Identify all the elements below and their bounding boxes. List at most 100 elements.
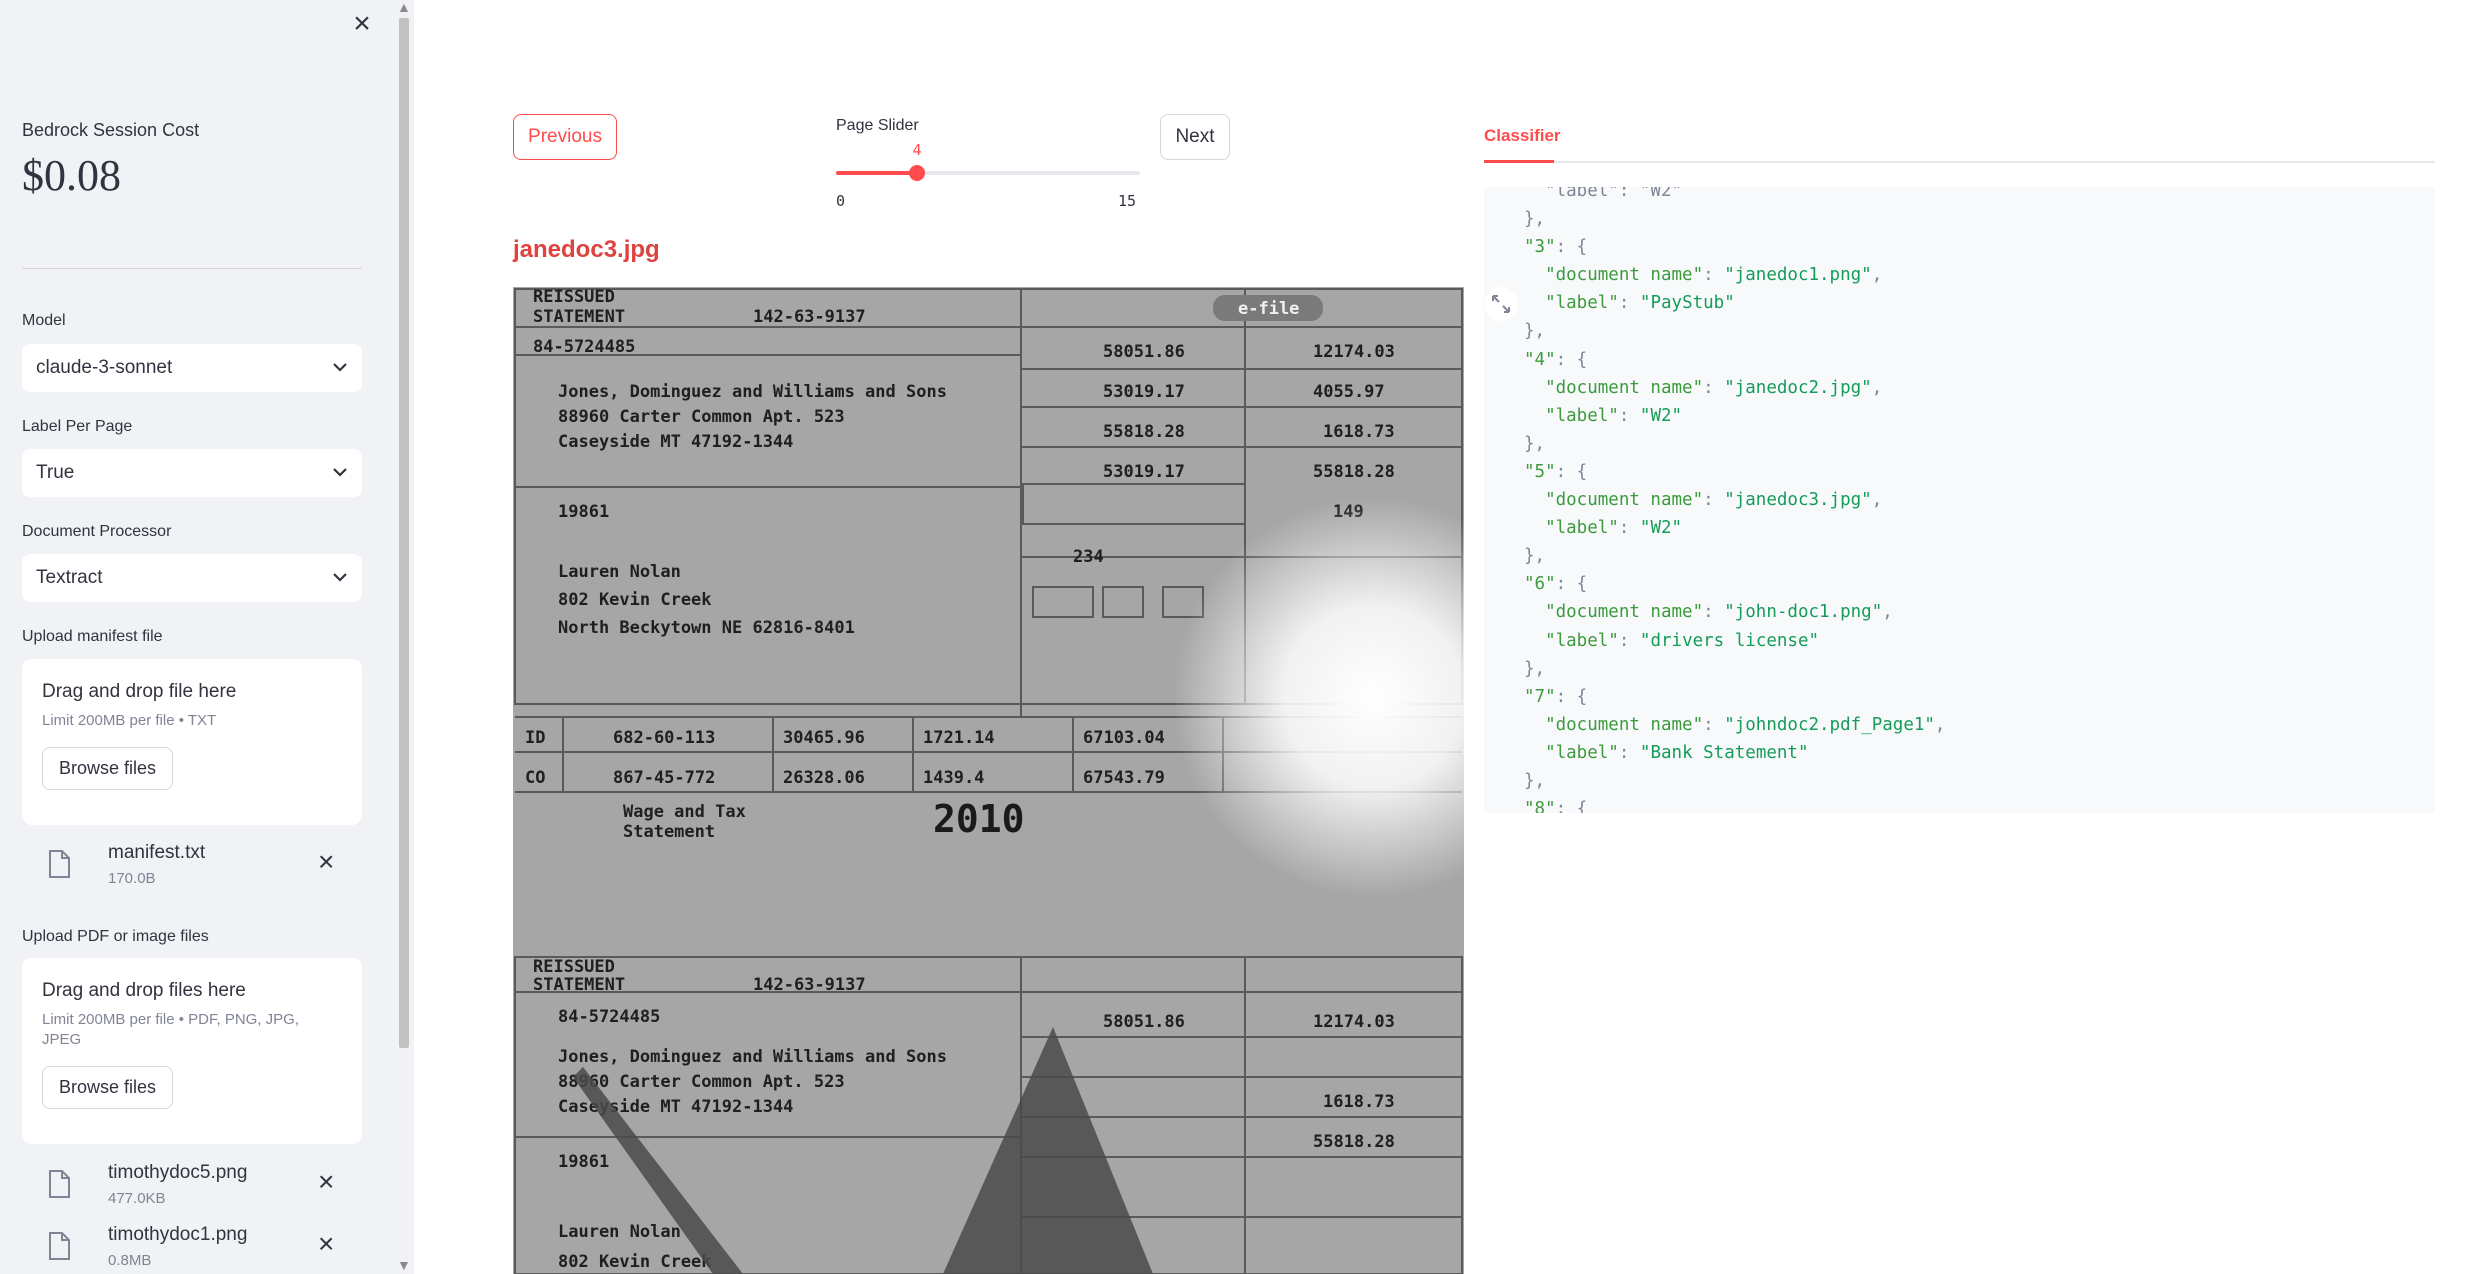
w2-reissued-text: REISSUED (533, 957, 615, 977)
w2-fed-tax: 12174.03 (1313, 1012, 1395, 1032)
file-name: timothydoc5.png (108, 1162, 248, 1183)
close-sidebar-icon[interactable]: × (350, 9, 374, 39)
json-line: "label": "W2" (1545, 405, 1683, 426)
w2-employee-name: Lauren Nolan (558, 1222, 681, 1242)
tab-classifier[interactable]: Classifier (1484, 126, 1561, 146)
json-line: "5": { (1524, 461, 1588, 482)
w2-statement-text: STATEMENT (533, 975, 625, 995)
w2-control-number: 19861 (558, 502, 609, 522)
w2-ss-tips: 53019.17 (1103, 462, 1185, 482)
w2-medicare-wages: 55818.28 (1103, 422, 1185, 442)
scrollbar-thumb[interactable] (399, 18, 409, 1048)
chevron-down-icon (332, 569, 348, 587)
w2-control-number: 19861 (558, 1152, 609, 1172)
w2-employer-city: Caseyside MT 47192-1344 (558, 432, 793, 452)
w2-reissued-text: REISSUED (533, 287, 615, 307)
file-icon (49, 1232, 70, 1260)
w2-employer-addr: 88960 Carter Common Apt. 523 (558, 407, 845, 427)
json-line: "label": "PayStub" (1545, 293, 1735, 314)
remove-file-icon[interactable]: × (318, 1230, 334, 1258)
page-slider-min: 0 (836, 192, 846, 210)
json-line: "document name": "janedoc2.jpg", (1545, 377, 1883, 398)
label-per-page-label: Label Per Page (22, 418, 133, 435)
scroll-up-arrow-icon[interactable]: ▲ (397, 0, 411, 14)
next-button[interactable]: Next (1160, 114, 1230, 160)
w2-state-tax-1: 1721.14 (923, 728, 995, 748)
page-slider-value: 4 (912, 141, 922, 159)
files-upload-label: Upload PDF or image files (22, 928, 209, 945)
json-line: "label": "drivers license" (1545, 630, 1820, 651)
page-slider-handle[interactable] (909, 165, 926, 181)
w2-medicare-tax: 1618.73 (1323, 1092, 1395, 1112)
dropzone-limit: Limit 200MB per file • PDF, PNG, JPG, JP… (42, 1011, 299, 1048)
scroll-down-arrow-icon[interactable]: ▼ (397, 1258, 411, 1272)
w2-employer-name: Jones, Dominguez and Williams and Sons (558, 382, 947, 402)
session-cost-value: $0.08 (22, 151, 121, 200)
classifier-json-viewer[interactable]: "label": "W2"}, "3": { "document name": "… (1484, 187, 2435, 813)
w2-medicare-tax: 1618.73 (1323, 422, 1395, 442)
label-per-page-select[interactable]: True (22, 449, 362, 497)
json-line: "3": { (1524, 237, 1588, 258)
w2-state-2: CO (525, 768, 545, 788)
json-line: }, (1524, 546, 1546, 567)
browse-files-button[interactable]: Browse files (42, 747, 174, 790)
json-line: "document name": "janedoc1.png", (1545, 265, 1883, 286)
sidebar: × Bedrock Session Cost $0.08 Model claud… (0, 0, 394, 1274)
file-icon (49, 1170, 70, 1198)
w2-employee-name: Lauren Nolan (558, 562, 681, 582)
w2-alloc-tips: 55818.28 (1313, 462, 1395, 482)
model-select-value: claude-3-sonnet (36, 357, 173, 378)
uploaded-file-row: manifest.txt 170.0B × (48, 842, 368, 894)
page-slider[interactable] (836, 165, 1140, 181)
document-title: janedoc3.jpg (513, 236, 660, 263)
w2-employer-name: Jones, Dominguez and Williams and Sons (558, 1047, 947, 1067)
files-dropzone[interactable]: Drag and drop files here Limit 200MB per… (22, 958, 362, 1144)
json-line: "8": { (1524, 799, 1588, 813)
w2-scan-image: REISSUED STATEMENT 142-63-9137 e-file 84… (513, 287, 1464, 1274)
remove-file-icon[interactable]: × (318, 1168, 334, 1196)
tab-divider (1484, 161, 2435, 163)
json-line: "label": "W2" (1524, 187, 1683, 201)
manifest-dropzone[interactable]: Drag and drop file here Limit 200MB per … (22, 659, 362, 825)
browse-files-button[interactable]: Browse files (42, 1066, 174, 1109)
uploaded-file-row: timothydoc5.png 477.0KB × (48, 1162, 368, 1214)
w2-employer-addr: 88960 Carter Common Apt. 523 (558, 1072, 845, 1092)
w2-wages: 58051.86 (1103, 342, 1185, 362)
w2-year: 2010 (933, 797, 1025, 841)
session-cost-label: Bedrock Session Cost (22, 120, 200, 140)
w2-ss-wages: 53019.17 (1103, 382, 1185, 402)
w2-ss-tax: 4055.97 (1313, 382, 1385, 402)
page-slider-fill (836, 171, 918, 175)
doc-processor-select[interactable]: Textract (22, 554, 362, 602)
document-image: REISSUED STATEMENT 142-63-9137 e-file 84… (513, 287, 1464, 1274)
w2-ein-text: 84-5724485 (558, 1007, 660, 1027)
w2-wages: 58051.86 (1103, 1012, 1185, 1032)
dropzone-limit: Limit 200MB per file • TXT (42, 712, 217, 729)
json-line: "4": { (1524, 349, 1588, 370)
w2-ssn-text: 142-63-9137 (753, 975, 866, 995)
previous-button[interactable]: Previous (513, 114, 617, 160)
uploaded-file-row: timothydoc1.png 0.8MB × (48, 1224, 368, 1274)
json-content: "label": "W2"}, "3": { "document name": "… (1524, 187, 1945, 813)
w2-efile-text: e-file (1238, 299, 1299, 319)
w2-state-id-2: 867-45-772 (613, 768, 715, 788)
w2-employee-city: North Beckytown NE 62816-8401 (558, 618, 855, 638)
sidebar-scrollbar[interactable]: ▲ ▼ (394, 0, 414, 1274)
w2-state-id-1: 682-60-113 (613, 728, 715, 748)
json-line: }, (1524, 658, 1546, 679)
w2-state-tax-2: 1439.4 (923, 768, 984, 788)
json-line: "document name": "janedoc3.jpg", (1545, 490, 1883, 511)
remove-file-icon[interactable]: × (318, 848, 334, 876)
json-line: }, (1524, 321, 1546, 342)
chevron-down-icon (332, 359, 348, 377)
w2-state-1: ID (525, 728, 545, 748)
file-size: 170.0B (108, 870, 156, 887)
file-name: timothydoc1.png (108, 1224, 248, 1245)
page-slider-max: 15 (1118, 192, 1137, 210)
model-select[interactable]: claude-3-sonnet (22, 344, 362, 392)
w2-statement-text: STATEMENT (533, 307, 625, 327)
expand-icon[interactable] (1484, 287, 1518, 321)
json-line: }, (1524, 433, 1546, 454)
w2-alloc-tips: 55818.28 (1313, 1132, 1395, 1152)
json-line: "document name": "john-doc1.png", (1545, 602, 1893, 623)
